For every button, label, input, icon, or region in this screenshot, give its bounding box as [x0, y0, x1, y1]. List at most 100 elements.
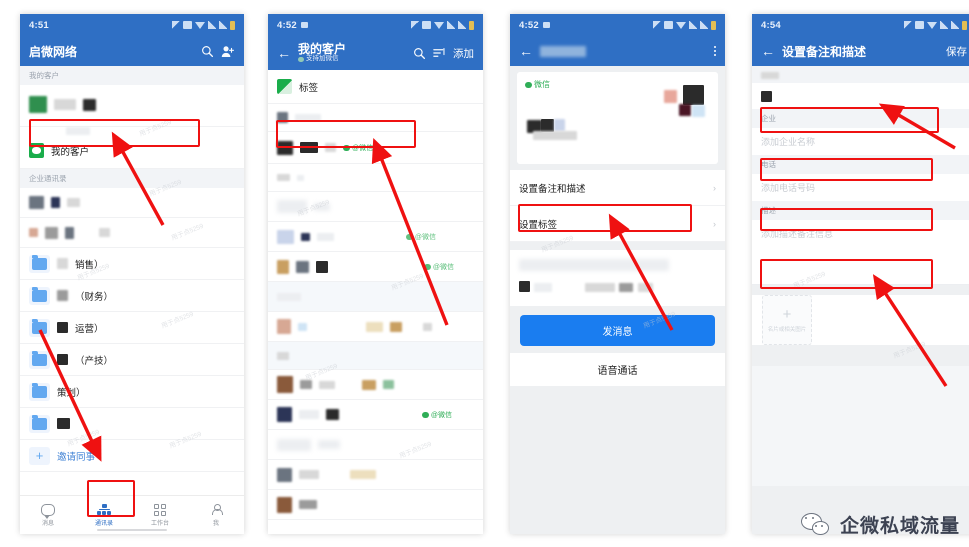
cellular-icon	[447, 21, 455, 29]
section-header-org: 企业通讯录	[20, 169, 244, 188]
list-item[interactable]: @微信	[268, 252, 483, 282]
menu-label: 设置标签	[519, 219, 558, 231]
list-item[interactable]	[268, 460, 483, 490]
sim-icon	[183, 21, 192, 29]
tab-me[interactable]: 我	[188, 503, 244, 527]
org-chart-icon	[97, 503, 111, 516]
status-bar: 4:52	[510, 14, 725, 36]
wifi-icon	[434, 21, 444, 29]
battery-icon	[962, 20, 967, 30]
plus-icon: +	[29, 446, 50, 465]
list-item[interactable]	[20, 85, 244, 127]
wechat-icon	[423, 263, 431, 270]
menu-label: 设置备注和描述	[519, 183, 586, 195]
list-item[interactable]: @微信	[268, 222, 483, 252]
menu-item-set-remark[interactable]: 设置备注和描述 ›	[510, 170, 725, 206]
cellular2-icon	[951, 21, 959, 29]
company-input[interactable]: 添加企业名称	[752, 128, 969, 155]
page-subtitle: 支持加微信	[298, 56, 346, 63]
folder-row[interactable]: 销售）	[20, 248, 244, 280]
folder-row[interactable]: （产技）	[20, 344, 244, 376]
status-bar: 4:54	[752, 14, 969, 36]
phone-panel-my-customers: 4:52 ← 我的客户 支持加微信 添加 标签 @微信 @微信 @微信 @微信 …	[268, 14, 483, 534]
wechat-icon	[421, 411, 429, 418]
wechat-source-tag: @微信	[405, 232, 436, 242]
menu-item-set-tags[interactable]: 设置标签 ›	[510, 206, 725, 242]
brand-text: 企微私域流量	[839, 516, 960, 537]
phone-input[interactable]: 添加电话号码	[752, 174, 969, 201]
wechat-icon	[525, 81, 532, 88]
folder-label: （产技）	[75, 355, 114, 367]
list-item-highlighted[interactable]: @微信	[268, 132, 483, 164]
battery-icon	[711, 20, 716, 30]
tab-contacts[interactable]: 通讯录	[76, 503, 132, 527]
list-item[interactable]	[268, 192, 483, 222]
list-item[interactable]	[268, 282, 483, 312]
wifi-icon	[927, 21, 937, 29]
folder-row[interactable]: （财务）	[20, 280, 244, 312]
field-label-description: 描述	[752, 201, 969, 220]
app-bar: 启微网络	[20, 36, 244, 66]
cellular2-icon	[219, 21, 227, 29]
list-item[interactable]	[20, 218, 244, 248]
screenshot-canvas: 4:51 启微网络 我的客户 我的客户 企业通讯录 销售） （财务） 运营） （…	[0, 0, 969, 547]
sim-icon	[915, 21, 924, 29]
list-item[interactable]	[268, 430, 483, 460]
wifi-icon	[195, 21, 205, 29]
sim-icon	[664, 21, 673, 29]
upload-caption: 名片或相关图片	[767, 327, 807, 333]
upload-image-button[interactable]: + 名片或相关图片	[762, 295, 812, 345]
cellular-icon	[208, 21, 216, 29]
field-label-remark	[752, 66, 969, 83]
brand-watermark: 企微私域流量	[800, 511, 960, 538]
tab-messages[interactable]: 消息	[20, 503, 76, 527]
folder-row[interactable]: 策划）	[20, 376, 244, 408]
tab-label: 我	[212, 521, 219, 527]
folder-row[interactable]: 运营）	[20, 312, 244, 344]
tab-workspace[interactable]: 工作台	[132, 503, 188, 527]
sort-icon[interactable]	[433, 47, 446, 59]
list-item-tags[interactable]: 标签	[268, 70, 483, 104]
battery-icon	[469, 20, 474, 30]
voice-call-button[interactable]: 语音通话	[510, 353, 725, 386]
wechat-source-tag: @微信	[423, 262, 454, 272]
add-user-icon[interactable]	[221, 45, 235, 58]
list-item[interactable]	[268, 342, 483, 370]
sim-icon	[422, 21, 431, 29]
list-item[interactable]: @微信	[268, 400, 483, 430]
send-message-button[interactable]: 发消息	[520, 315, 715, 346]
list-item[interactable]	[268, 370, 483, 400]
more-vertical-icon[interactable]	[714, 46, 716, 56]
list-item-label: 我的客户	[51, 146, 90, 158]
invite-colleague-row[interactable]: + 邀请同事	[20, 440, 244, 472]
search-icon[interactable]	[201, 45, 214, 58]
wechat-icon	[298, 57, 304, 63]
save-button[interactable]: 保存	[946, 44, 967, 59]
list-item[interactable]	[268, 312, 483, 342]
section-header-my-customer: 我的客户	[20, 66, 244, 85]
list-item[interactable]	[268, 164, 483, 192]
wechat-logo-icon	[800, 512, 833, 537]
back-arrow-icon[interactable]: ←	[519, 44, 533, 58]
grid-icon	[154, 503, 166, 516]
list-item[interactable]	[20, 188, 244, 218]
status-time: 4:54	[761, 19, 781, 31]
description-input[interactable]: 添加描述备注信息	[752, 220, 969, 260]
search-icon[interactable]	[413, 47, 426, 60]
remark-input[interactable]	[752, 83, 969, 109]
battery-icon	[230, 20, 235, 30]
list-item[interactable]	[268, 490, 483, 520]
back-arrow-icon[interactable]: ←	[277, 46, 291, 60]
phone-panel-edit-remark: 4:54 ← 设置备注和描述 保存 企业 添加企业名称 电话 添加电话号码 描述…	[752, 14, 969, 534]
list-item[interactable]	[268, 104, 483, 132]
page-title: 设置备注和描述	[782, 44, 867, 59]
add-button[interactable]: 添加	[453, 46, 474, 61]
page-title-redacted	[540, 45, 586, 57]
back-arrow-icon[interactable]: ←	[761, 44, 775, 58]
wechat-source-tag: @微信	[421, 410, 452, 420]
folder-row[interactable]	[20, 408, 244, 440]
chevron-right-icon: ›	[713, 218, 716, 229]
wechat-icon	[405, 233, 413, 240]
folder-icon	[32, 383, 47, 398]
list-item-my-customer[interactable]: 我的客户	[20, 133, 244, 169]
